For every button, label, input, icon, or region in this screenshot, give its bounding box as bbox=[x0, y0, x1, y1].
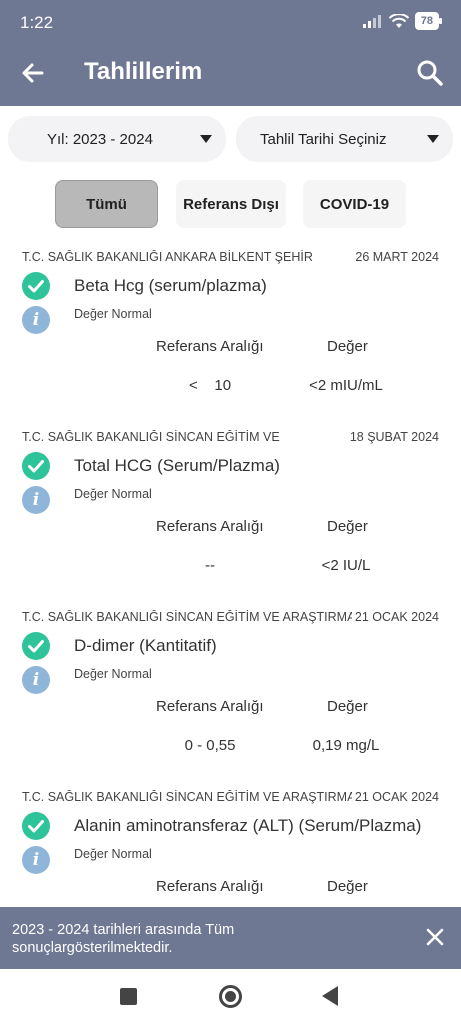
result-value: <2 mIU/mL bbox=[309, 377, 383, 394]
back-triangle-icon[interactable] bbox=[322, 986, 338, 1006]
reference-header: Referans Aralığı bbox=[156, 338, 264, 355]
result-card[interactable]: T.C. SAĞLIK BAKANLIĞI SİNCAN EĞİTİM VE A… bbox=[0, 600, 461, 780]
value-header: Değer bbox=[327, 698, 368, 715]
results-list: T.C. SAĞLIK BAKANLIĞI ANKARA BİLKENT ŞEH… bbox=[0, 240, 461, 906]
filter-bar: Yıl: 2023 - 2024 Tahlil Tarihi Seçiniz bbox=[8, 116, 453, 162]
reference-header: Referans Aralığı bbox=[156, 518, 264, 535]
check-circle-icon bbox=[22, 272, 50, 300]
category-chips: Tümü Referans Dışı COVID-19 bbox=[0, 180, 461, 228]
value-header: Değer bbox=[327, 518, 368, 535]
recents-icon[interactable] bbox=[120, 988, 137, 1005]
status-icons: 78 bbox=[362, 12, 443, 30]
result-date: 26 MART 2024 bbox=[355, 250, 439, 264]
test-name: Beta Hcg (serum/plazma) bbox=[74, 276, 267, 295]
result-date: 21 OCAK 2024 bbox=[354, 610, 439, 624]
reference-value: 0 - 0,55 bbox=[184, 737, 236, 754]
app-bar: Tahlillerim bbox=[0, 40, 461, 106]
result-value: <2 IU/L bbox=[321, 557, 371, 574]
reference-header: Referans Aralığı bbox=[156, 878, 264, 895]
info-icon[interactable]: i bbox=[22, 666, 50, 694]
result-card[interactable]: T.C. SAĞLIK BAKANLIĞI ANKARA BİLKENT ŞEH… bbox=[0, 240, 461, 420]
close-icon[interactable] bbox=[421, 923, 449, 951]
chevron-down-icon bbox=[200, 135, 212, 143]
test-name: D-dimer (Kantitatif) bbox=[74, 636, 217, 655]
hospital-name: T.C. SAĞLIK BAKANLIĞI SİNCAN EĞİTİM VE bbox=[22, 430, 280, 444]
reference-value: < 10 bbox=[188, 377, 232, 394]
date-dropdown-label: Tahlil Tarihi Seçiniz bbox=[260, 130, 387, 148]
chip-covid[interactable]: COVID-19 bbox=[303, 180, 406, 228]
check-circle-icon bbox=[22, 452, 50, 480]
page-title: Tahlillerim bbox=[84, 58, 203, 85]
year-dropdown[interactable]: Yıl: 2023 - 2024 bbox=[8, 116, 226, 162]
arrow-left-icon[interactable] bbox=[18, 58, 48, 88]
reference-header: Referans Aralığı bbox=[156, 698, 264, 715]
info-icon[interactable]: i bbox=[22, 486, 50, 514]
info-icon[interactable]: i bbox=[22, 846, 50, 874]
value-header: Değer bbox=[327, 338, 368, 355]
snackbar: 2023 - 2024 tarihleri arasında Tüm sonuç… bbox=[0, 907, 461, 969]
reference-value: -- bbox=[205, 557, 215, 574]
battery-icon: 78 bbox=[414, 12, 443, 30]
date-dropdown[interactable]: Tahlil Tarihi Seçiniz bbox=[236, 116, 453, 162]
result-status: Değer Normal bbox=[74, 847, 152, 861]
chevron-down-icon bbox=[427, 135, 439, 143]
wifi-icon bbox=[388, 13, 409, 28]
result-card[interactable]: T.C. SAĞLIK BAKANLIĞI SİNCAN EĞİTİM VE A… bbox=[0, 780, 461, 906]
result-value: 0,19 mg/L bbox=[312, 737, 380, 754]
system-nav-bar bbox=[0, 969, 461, 1024]
status-bar: 1:22 78 bbox=[0, 0, 461, 40]
check-circle-icon bbox=[22, 632, 50, 660]
result-date: 21 OCAK 2024 bbox=[354, 790, 439, 804]
snackbar-message: 2023 - 2024 tarihleri arasında Tüm sonuç… bbox=[12, 922, 235, 956]
hospital-name: T.C. SAĞLIK BAKANLIĞI SİNCAN EĞİTİM VE A… bbox=[22, 610, 352, 624]
result-date: 18 ŞUBAT 2024 bbox=[349, 430, 439, 444]
value-header: Değer bbox=[327, 878, 368, 895]
result-status: Değer Normal bbox=[74, 307, 152, 321]
result-card[interactable]: T.C. SAĞLIK BAKANLIĞI SİNCAN EĞİTİM VE 1… bbox=[0, 420, 461, 600]
chip-out-of-reference[interactable]: Referans Dışı bbox=[176, 180, 286, 228]
year-dropdown-label: Yıl: 2023 - 2024 bbox=[47, 130, 153, 148]
chip-all[interactable]: Tümü bbox=[55, 180, 158, 228]
info-icon[interactable]: i bbox=[22, 306, 50, 334]
signal-icon bbox=[362, 15, 381, 28]
hospital-name: T.C. SAĞLIK BAKANLIĞI ANKARA BİLKENT ŞEH… bbox=[22, 250, 313, 264]
result-status: Değer Normal bbox=[74, 487, 152, 501]
hospital-name: T.C. SAĞLIK BAKANLIĞI SİNCAN EĞİTİM VE A… bbox=[22, 790, 352, 804]
check-circle-icon bbox=[22, 812, 50, 840]
home-icon[interactable] bbox=[219, 985, 242, 1008]
test-name: Total HCG (Serum/Plazma) bbox=[74, 456, 280, 475]
test-name: Alanin aminotransferaz (ALT) (Serum/Plaz… bbox=[74, 816, 422, 835]
result-status: Değer Normal bbox=[74, 667, 152, 681]
status-time: 1:22 bbox=[20, 13, 54, 32]
search-icon[interactable] bbox=[415, 58, 445, 88]
